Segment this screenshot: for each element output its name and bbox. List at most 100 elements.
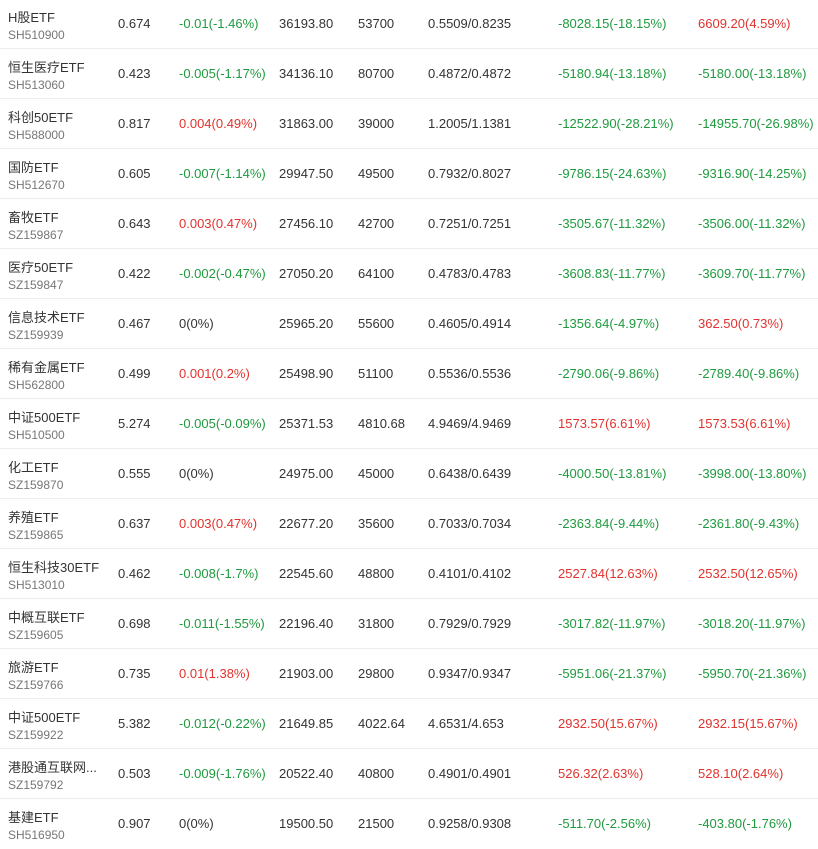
price-cell: 0.605	[118, 166, 151, 181]
table-row[interactable]: 医疗50ETF SZ159847 0.422 -0.002(-0.47%) 27…	[0, 249, 818, 299]
fund-name[interactable]: 养殖ETF	[8, 507, 108, 526]
fund-name[interactable]: 恒生医疗ETF	[8, 57, 108, 76]
fund-code: SZ159792	[8, 778, 64, 792]
table-row[interactable]: 中概互联ETF SZ159605 0.698 -0.011(-1.55%) 22…	[0, 599, 818, 649]
total-profit-loss-cell: -3018.20(-11.97%)	[698, 616, 806, 631]
price-cell: 0.735	[118, 666, 151, 681]
table-row[interactable]: 恒生医疗ETF SH513060 0.423 -0.005(-1.17%) 34…	[0, 49, 818, 99]
fund-name-cell[interactable]: 港股通互联网... SZ159792	[8, 749, 108, 799]
table-row[interactable]: 旅游ETF SZ159766 0.735 0.01(1.38%) 21903.0…	[0, 649, 818, 699]
market-value-cell: 22545.60	[279, 566, 334, 581]
fund-name-cell[interactable]: 信息技术ETF SZ159939	[8, 299, 108, 349]
total-profit-loss-cell: -14955.70(-26.98%)	[698, 116, 814, 131]
cost-price-cell: 0.4101/0.4102	[428, 566, 512, 581]
fund-name-cell[interactable]: 恒生科技30ETF SH513010	[8, 549, 108, 599]
total-profit-loss-cell: -3609.70(-11.77%)	[698, 266, 806, 281]
fund-name-cell[interactable]: 稀有金属ETF SH562800	[8, 349, 108, 399]
fund-name[interactable]: 港股通互联网...	[8, 757, 108, 776]
fund-name-cell[interactable]: 中证500ETF SZ159922	[8, 699, 108, 749]
holding-quantity-cell: 48800	[358, 566, 395, 581]
fund-code: SH510900	[8, 28, 65, 42]
fund-name[interactable]: 科创50ETF	[8, 107, 108, 126]
table-row[interactable]: 信息技术ETF SZ159939 0.467 0(0%) 25965.20 55…	[0, 299, 818, 349]
profit-loss-cell: -9786.15(-24.63%)	[558, 166, 667, 181]
fund-name[interactable]: 中概互联ETF	[8, 607, 108, 626]
price-cell: 0.907	[118, 816, 151, 831]
profit-loss-cell: 2527.84(12.63%)	[558, 566, 658, 581]
fund-name[interactable]: 医疗50ETF	[8, 257, 108, 276]
fund-code: SH512670	[8, 178, 65, 192]
total-profit-loss-cell: -3998.00(-13.80%)	[698, 466, 807, 481]
fund-code: SH562800	[8, 378, 65, 392]
fund-name-cell[interactable]: 基建ETF SH516950	[8, 799, 108, 849]
table-row[interactable]: 养殖ETF SZ159865 0.637 0.003(0.47%) 22677.…	[0, 499, 818, 549]
cost-price-cell: 0.4605/0.4914	[428, 316, 512, 331]
cost-price-cell: 0.4872/0.4872	[428, 66, 512, 81]
cost-price-cell: 0.9258/0.9308	[428, 816, 512, 831]
change-cell: -0.005(-1.17%)	[179, 66, 266, 81]
fund-code: SZ159766	[8, 678, 64, 692]
total-profit-loss-cell: -2361.80(-9.43%)	[698, 516, 800, 531]
total-profit-loss-cell: 1573.53(6.61%)	[698, 416, 791, 431]
table-row[interactable]: 国防ETF SH512670 0.605 -0.007(-1.14%) 2994…	[0, 149, 818, 199]
fund-name[interactable]: 畜牧ETF	[8, 207, 108, 226]
table-row[interactable]: 港股通互联网... SZ159792 0.503 -0.009(-1.76%) …	[0, 749, 818, 799]
fund-name[interactable]: 基建ETF	[8, 807, 108, 826]
change-cell: -0.002(-0.47%)	[179, 266, 266, 281]
fund-name-cell[interactable]: 养殖ETF SZ159865	[8, 499, 108, 549]
fund-name[interactable]: H股ETF	[8, 7, 108, 26]
cost-price-cell: 0.9347/0.9347	[428, 666, 512, 681]
holding-quantity-cell: 45000	[358, 466, 395, 481]
fund-name[interactable]: 中证500ETF	[8, 707, 108, 726]
fund-name-cell[interactable]: 恒生医疗ETF SH513060	[8, 49, 108, 99]
fund-name[interactable]: 旅游ETF	[8, 657, 108, 676]
change-cell: 0.001(0.2%)	[179, 366, 250, 381]
fund-name-cell[interactable]: 中证500ETF SH510500	[8, 399, 108, 449]
holdings-table: H股ETF SH510900 0.674 -0.01(-1.46%) 36193…	[0, 0, 818, 849]
total-profit-loss-cell: 528.10(2.64%)	[698, 766, 784, 781]
total-profit-loss-cell: -3506.00(-11.32%)	[698, 216, 806, 231]
total-profit-loss-cell: 2932.15(15.67%)	[698, 716, 798, 731]
change-cell: -0.009(-1.76%)	[179, 766, 266, 781]
table-row[interactable]: 化工ETF SZ159870 0.555 0(0%) 24975.00 4500…	[0, 449, 818, 499]
fund-name[interactable]: 中证500ETF	[8, 407, 108, 426]
fund-name[interactable]: 国防ETF	[8, 157, 108, 176]
fund-code: SH588000	[8, 128, 65, 142]
table-row[interactable]: 中证500ETF SZ159922 5.382 -0.012(-0.22%) 2…	[0, 699, 818, 749]
table-row[interactable]: H股ETF SH510900 0.674 -0.01(-1.46%) 36193…	[0, 0, 818, 49]
holding-quantity-cell: 51100	[358, 366, 394, 381]
fund-name[interactable]: 稀有金属ETF	[8, 357, 108, 376]
fund-name-cell[interactable]: 国防ETF SH512670	[8, 149, 108, 199]
fund-name-cell[interactable]: 旅游ETF SZ159766	[8, 649, 108, 699]
table-row[interactable]: 恒生科技30ETF SH513010 0.462 -0.008(-1.7%) 2…	[0, 549, 818, 599]
fund-name[interactable]: 化工ETF	[8, 457, 108, 476]
total-profit-loss-cell: -403.80(-1.76%)	[698, 816, 792, 831]
profit-loss-cell: -3017.82(-11.97%)	[558, 616, 666, 631]
fund-name[interactable]: 信息技术ETF	[8, 307, 108, 326]
table-row[interactable]: 中证500ETF SH510500 5.274 -0.005(-0.09%) 2…	[0, 399, 818, 449]
fund-name[interactable]: 恒生科技30ETF	[8, 557, 108, 576]
price-cell: 5.382	[118, 716, 151, 731]
change-cell: 0.01(1.38%)	[179, 666, 250, 681]
fund-code: SZ159922	[8, 728, 64, 742]
fund-name-cell[interactable]: 科创50ETF SH588000	[8, 99, 108, 149]
fund-name-cell[interactable]: 化工ETF SZ159870	[8, 449, 108, 499]
fund-name-cell[interactable]: 医疗50ETF SZ159847	[8, 249, 108, 299]
cost-price-cell: 0.6438/0.6439	[428, 466, 512, 481]
cost-price-cell: 1.2005/1.1381	[428, 116, 512, 131]
table-row[interactable]: 科创50ETF SH588000 0.817 0.004(0.49%) 3186…	[0, 99, 818, 149]
total-profit-loss-cell: -9316.90(-14.25%)	[698, 166, 807, 181]
fund-name-cell[interactable]: 畜牧ETF SZ159867	[8, 199, 108, 249]
fund-name-cell[interactable]: 中概互联ETF SZ159605	[8, 599, 108, 649]
table-row[interactable]: 畜牧ETF SZ159867 0.643 0.003(0.47%) 27456.…	[0, 199, 818, 249]
table-row[interactable]: 稀有金属ETF SH562800 0.499 0.001(0.2%) 25498…	[0, 349, 818, 399]
cost-price-cell: 0.7033/0.7034	[428, 516, 512, 531]
change-cell: -0.008(-1.7%)	[179, 566, 259, 581]
holding-quantity-cell: 31800	[358, 616, 395, 631]
fund-name-cell[interactable]: H股ETF SH510900	[8, 0, 108, 49]
holding-quantity-cell: 4810.68	[358, 416, 405, 431]
profit-loss-cell: -4000.50(-13.81%)	[558, 466, 667, 481]
price-cell: 0.674	[118, 16, 151, 31]
table-row[interactable]: 基建ETF SH516950 0.907 0(0%) 19500.50 2150…	[0, 799, 818, 849]
price-cell: 0.503	[118, 766, 151, 781]
